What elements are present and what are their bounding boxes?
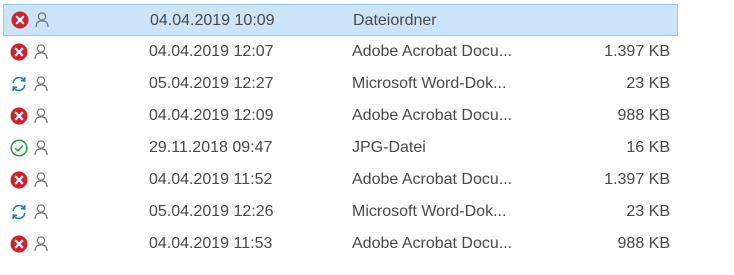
date-modified: 04.04.2019 11:53 bbox=[149, 235, 273, 252]
file-size: 1.397 KB bbox=[604, 43, 670, 60]
file-type: Microsoft Word-Dok... bbox=[352, 203, 507, 220]
file-row[interactable]: 04.04.2019 12:09 Adobe Acrobat Docu... 9… bbox=[0, 100, 734, 132]
file-type: JPG-Datei bbox=[352, 139, 426, 156]
file-size: 988 KB bbox=[617, 235, 670, 252]
file-type: Adobe Acrobat Docu... bbox=[352, 235, 513, 252]
person-icon bbox=[33, 43, 49, 60]
file-type: Adobe Acrobat Docu... bbox=[352, 107, 513, 124]
person-icon bbox=[33, 139, 49, 156]
file-size: 23 KB bbox=[626, 75, 670, 92]
synced-check-icon bbox=[10, 139, 28, 157]
file-row[interactable]: 04.04.2019 11:52 Adobe Acrobat Docu... 1… bbox=[0, 164, 734, 196]
date-modified: 04.04.2019 12:09 bbox=[149, 107, 274, 124]
file-row[interactable]: 04.04.2019 10:09 Dateiordner bbox=[3, 4, 678, 36]
person-icon bbox=[33, 235, 49, 252]
date-modified: 04.04.2019 12:07 bbox=[149, 43, 274, 60]
person-icon bbox=[33, 203, 49, 220]
error-icon bbox=[10, 43, 28, 61]
file-size: 23 KB bbox=[626, 203, 670, 220]
file-row[interactable]: 05.04.2019 12:26 Microsoft Word-Dok... 2… bbox=[0, 196, 734, 228]
error-icon bbox=[10, 107, 28, 125]
date-modified: 05.04.2019 12:26 bbox=[149, 203, 274, 220]
file-type: Adobe Acrobat Docu... bbox=[352, 171, 513, 188]
sync-icon bbox=[10, 75, 28, 93]
file-type: Microsoft Word-Dok... bbox=[352, 75, 507, 92]
error-icon bbox=[10, 235, 28, 253]
date-modified: 29.11.2018 09:47 bbox=[149, 139, 273, 156]
date-modified: 04.04.2019 11:52 bbox=[149, 171, 273, 188]
date-modified: 04.04.2019 10:09 bbox=[150, 12, 275, 29]
date-modified: 05.04.2019 12:27 bbox=[149, 75, 274, 92]
file-type: Adobe Acrobat Docu... bbox=[352, 43, 513, 60]
file-type: Dateiordner bbox=[353, 12, 437, 29]
person-icon bbox=[33, 171, 49, 188]
file-row[interactable]: 05.04.2019 12:27 Microsoft Word-Dok... 2… bbox=[0, 68, 734, 100]
file-list: 04.04.2019 10:09 Dateiordner 04.04.2019 … bbox=[0, 4, 734, 260]
file-row[interactable]: 04.04.2019 11:53 Adobe Acrobat Docu... 9… bbox=[0, 228, 734, 260]
file-size: 988 KB bbox=[617, 107, 670, 124]
file-row[interactable]: 29.11.2018 09:47 JPG-Datei 16 KB bbox=[0, 132, 734, 164]
file-row[interactable]: 04.04.2019 12:07 Adobe Acrobat Docu... 1… bbox=[0, 36, 734, 68]
file-size: 16 KB bbox=[626, 139, 670, 156]
error-icon bbox=[10, 171, 28, 189]
error-icon bbox=[11, 11, 29, 29]
person-icon bbox=[33, 107, 49, 124]
file-size: 1.397 KB bbox=[604, 171, 670, 188]
person-icon bbox=[33, 75, 49, 92]
sync-icon bbox=[10, 203, 28, 221]
person-icon bbox=[34, 11, 50, 28]
